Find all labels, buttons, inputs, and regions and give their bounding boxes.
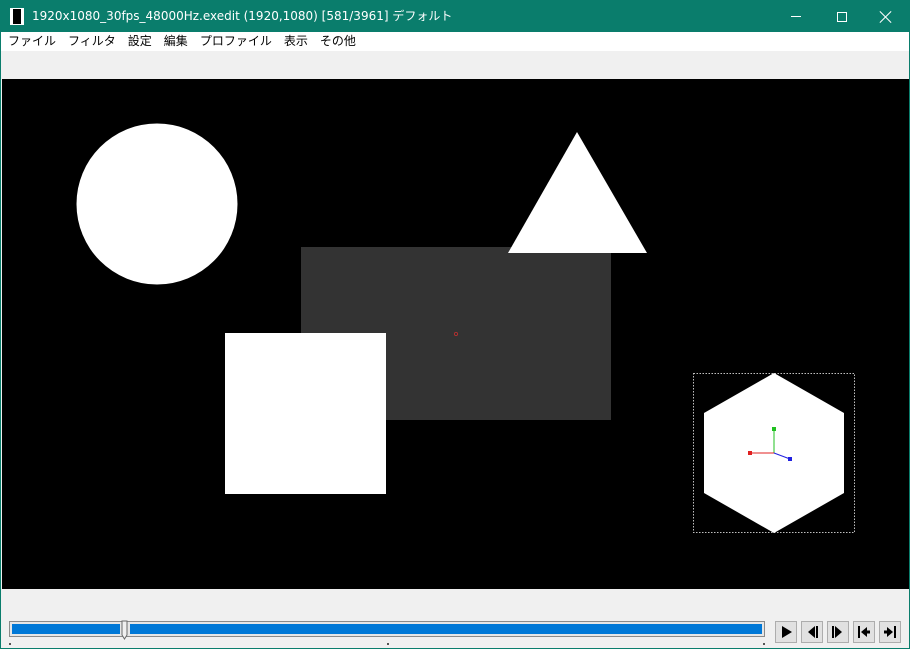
menu-other[interactable]: その他 xyxy=(314,33,362,50)
prev-frame-button[interactable] xyxy=(801,621,823,643)
play-button[interactable] xyxy=(775,621,797,643)
close-button[interactable] xyxy=(863,1,909,32)
first-frame-icon xyxy=(858,626,870,638)
white-triangle[interactable] xyxy=(508,132,647,253)
menu-file[interactable]: ファイル xyxy=(2,33,62,50)
play-icon xyxy=(782,626,792,638)
menu-edit[interactable]: 編集 xyxy=(158,33,194,50)
slider-tick-start xyxy=(9,643,11,645)
minimize-button[interactable] xyxy=(773,1,819,32)
next-frame-button[interactable] xyxy=(827,621,849,643)
slider-tick-end xyxy=(763,643,765,645)
menu-bar: ファイル フィルタ 設定 編集 プロファイル 表示 その他 xyxy=(1,32,909,51)
maximize-button[interactable] xyxy=(819,1,865,32)
timeline-bar xyxy=(1,589,909,648)
menu-view[interactable]: 表示 xyxy=(278,33,314,50)
tool-strip xyxy=(1,51,909,79)
axis-y-handle[interactable] xyxy=(772,427,776,431)
window-title: 1920x1080_30fps_48000Hz.exedit (1920,108… xyxy=(32,9,453,23)
maximize-icon xyxy=(837,11,847,22)
menu-profile[interactable]: プロファイル xyxy=(194,33,278,50)
title-bar: 1920x1080_30fps_48000Hz.exedit (1920,108… xyxy=(1,1,909,32)
menu-settings[interactable]: 設定 xyxy=(122,33,158,50)
white-circle[interactable] xyxy=(76,123,238,285)
film-icon xyxy=(10,8,24,25)
next-frame-icon xyxy=(832,626,842,638)
preview-canvas[interactable] xyxy=(2,79,909,589)
close-icon xyxy=(880,11,892,23)
white-square[interactable] xyxy=(225,333,386,494)
last-frame-icon xyxy=(884,626,896,638)
menu-filter[interactable]: フィルタ xyxy=(62,33,122,50)
slider-thumb[interactable] xyxy=(121,620,129,640)
main-window: 1920x1080_30fps_48000Hz.exedit (1920,108… xyxy=(0,0,910,649)
slider-tick-mid xyxy=(387,643,389,645)
minimize-icon xyxy=(791,16,801,17)
slider-fill-left xyxy=(12,624,120,634)
axis-x-handle[interactable] xyxy=(748,451,752,455)
first-frame-button[interactable] xyxy=(853,621,875,643)
prev-frame-icon xyxy=(808,626,818,638)
slider-fill-right xyxy=(130,624,762,634)
axis-z-handle[interactable] xyxy=(788,457,792,461)
last-frame-button[interactable] xyxy=(879,621,901,643)
